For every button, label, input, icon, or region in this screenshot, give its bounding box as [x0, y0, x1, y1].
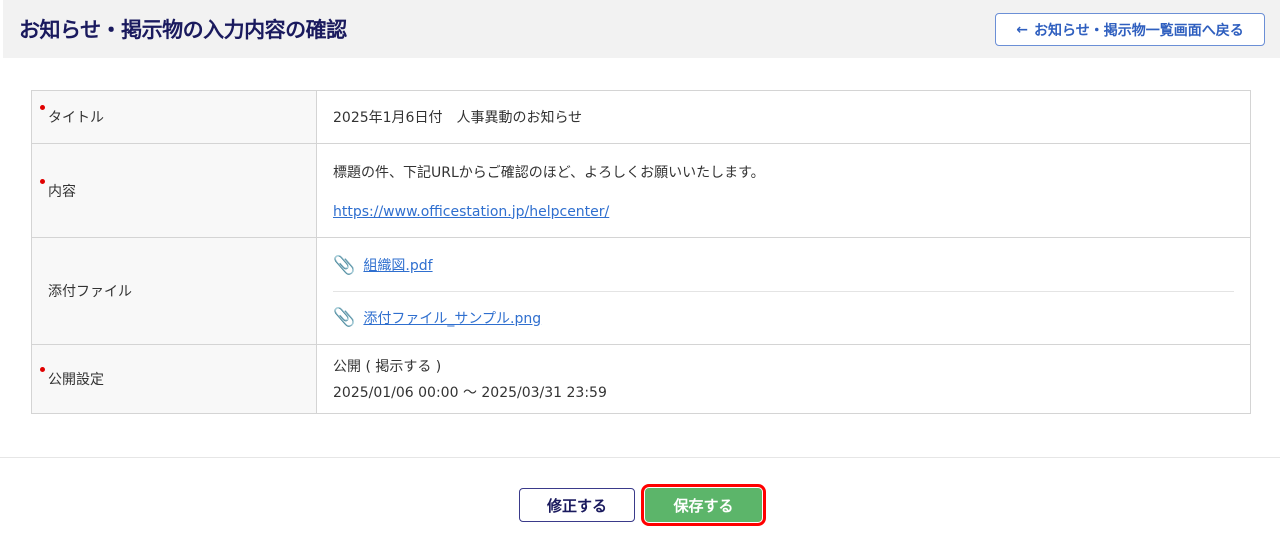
table-row-attachments: 添付ファイル 📎 組織図.pdf 📎 添付ファイル_サンプル.png [31, 237, 1251, 345]
attachment-item: 📎 組織図.pdf [333, 239, 1234, 291]
content-text: 標題の件、下記URLからご確認のほど、よろしくお願いいたします。 [333, 164, 765, 181]
back-to-list-button[interactable]: ← お知らせ・掲示物一覧画面へ戻る [995, 13, 1265, 46]
table-row-publish: 公開設定 公開 ( 掲示する ) 2025/01/06 00:00 〜 2025… [31, 344, 1251, 414]
paperclip-icon: 📎 [333, 254, 356, 276]
attachment-link[interactable]: 組織図.pdf [363, 255, 432, 275]
attachments-value: 📎 組織図.pdf 📎 添付ファイル_サンプル.png [316, 237, 1251, 345]
field-label: 公開設定 [31, 344, 317, 414]
page-header: お知らせ・掲示物の入力内容の確認 ← お知らせ・掲示物一覧画面へ戻る [3, 0, 1280, 58]
publish-value: 公開 ( 掲示する ) 2025/01/06 00:00 〜 2025/03/3… [316, 344, 1251, 414]
label-text: 公開設定 [48, 372, 104, 388]
page-title: お知らせ・掲示物の入力内容の確認 [19, 18, 347, 42]
required-mark [40, 105, 45, 110]
save-button[interactable]: 保存する [641, 484, 766, 526]
field-label: 添付ファイル [31, 237, 317, 345]
label-text: タイトル [48, 110, 104, 126]
back-button-label: お知らせ・掲示物一覧画面へ戻る [1034, 22, 1244, 39]
publish-period: 2025/01/06 00:00 〜 2025/03/31 23:59 [333, 385, 607, 401]
paperclip-icon: 📎 [333, 307, 356, 328]
required-mark [40, 178, 45, 184]
edit-button[interactable]: 修正する [519, 488, 635, 522]
arrow-left-icon: ← [1016, 21, 1028, 38]
publish-status: 公開 ( 掲示する ) [333, 359, 442, 375]
divider [0, 457, 1280, 458]
field-label: 内容 [31, 143, 317, 238]
table-row-title: タイトル 2025年1月6日付 人事異動のお知らせ [31, 90, 1251, 144]
confirmation-table: タイトル 2025年1月6日付 人事異動のお知らせ 内容 標題の件、下記URLか… [31, 90, 1251, 414]
label-text: 内容 [48, 183, 76, 200]
attachment-link[interactable]: 添付ファイル_サンプル.png [363, 308, 541, 328]
title-value: 2025年1月6日付 人事異動のお知らせ [316, 90, 1251, 144]
field-label: タイトル [31, 90, 317, 144]
content-value: 標題の件、下記URLからご確認のほど、よろしくお願いいたします。 https:/… [316, 143, 1251, 238]
table-row-content: 内容 標題の件、下記URLからご確認のほど、よろしくお願いいたします。 http… [31, 143, 1251, 238]
content-link[interactable]: https://www.officestation.jp/helpcenter/ [333, 204, 609, 220]
attachment-item: 📎 添付ファイル_サンプル.png [333, 291, 1234, 343]
required-mark [40, 367, 45, 372]
